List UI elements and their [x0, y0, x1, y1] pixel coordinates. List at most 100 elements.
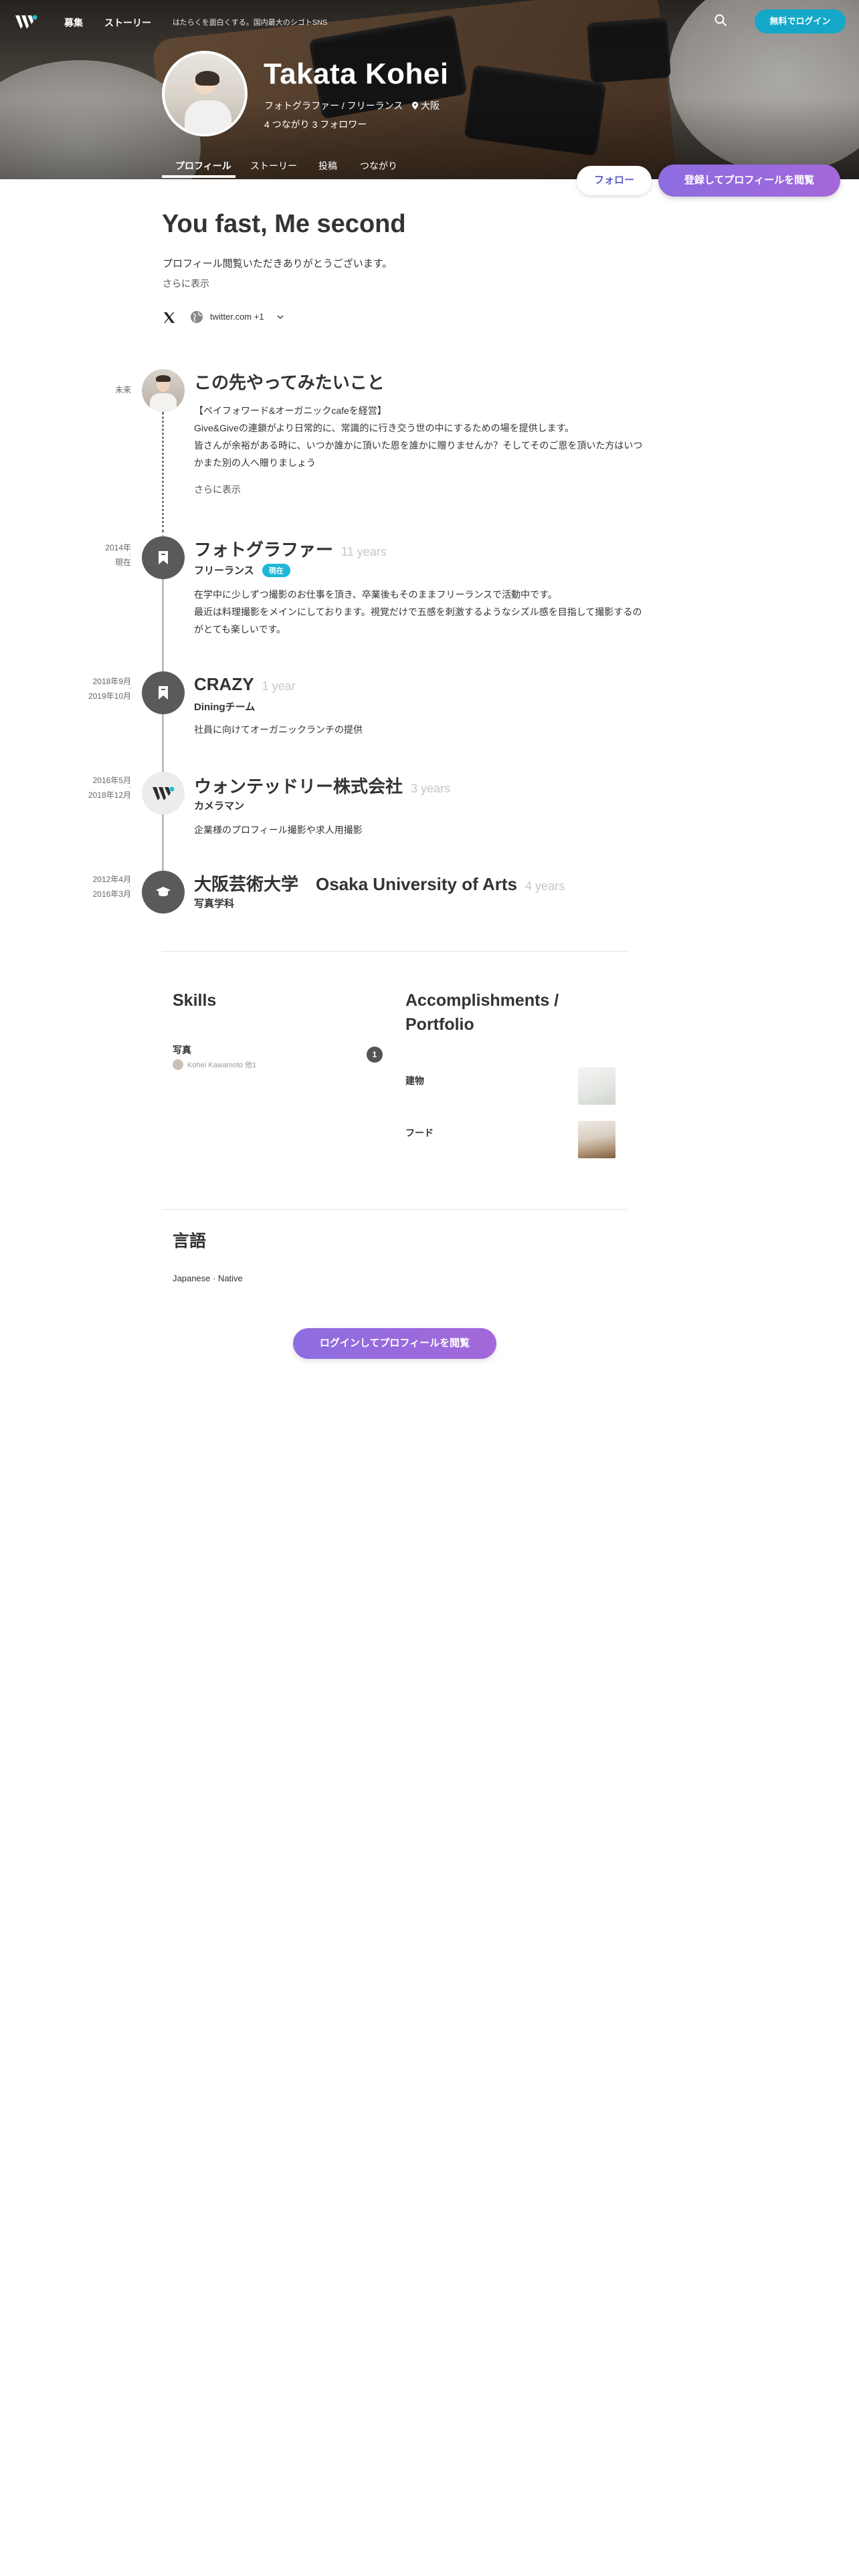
- timeline-description: 企業様のプロフィール撮影や求人用撮影: [194, 821, 649, 839]
- timeline-subtitle: 写真学科: [194, 898, 235, 909]
- portfolio-title-line: Portfolio: [405, 1015, 474, 1034]
- timeline-line-text: 社員に向けてオーガニックランチの提供: [194, 724, 363, 735]
- skill-endorsers-text: Kohei Kawamoto 他1: [187, 1061, 257, 1069]
- timeline-title: フォトグラファー 11 years: [194, 536, 387, 561]
- timeline-line-text: 【ペイフォワード&オーガニックcafeを経営】: [194, 405, 387, 416]
- timeline-description: 在学中に少しずつ撮影のお仕事を頂き、卒業後もそのままフリーランスで活動中です。 …: [194, 586, 649, 638]
- profile-connections[interactable]: 4 つながり 3 フォロワー: [264, 118, 367, 131]
- tab-profile[interactable]: プロフィール: [175, 159, 231, 173]
- wantedly-logo[interactable]: [15, 13, 39, 31]
- graduation-cap-icon: [156, 887, 171, 897]
- skill-endorse-count[interactable]: 1: [367, 1047, 383, 1063]
- portfolio-title: Accomplishments / Portfolio: [405, 988, 559, 1037]
- timeline-title: 大阪芸術大学 Osaka University of Arts 4 years: [194, 871, 565, 895]
- timeline-date-from: 未来: [114, 385, 131, 395]
- timeline-avatar: [142, 369, 185, 412]
- timeline-node: [142, 871, 185, 914]
- timeline-title: ウォンテッドリー株式会社 3 years: [194, 773, 450, 798]
- timeline-line-text: 在学中に少しずつ撮影のお仕事を頂き、卒業後もそのままフリーランスで活動中です。: [194, 589, 557, 600]
- timeline-description: 【ペイフォワード&オーガニックcafeを経営】 Give&Giveの連鎖がより日…: [194, 402, 649, 471]
- globe-icon[interactable]: [190, 310, 203, 324]
- skill-name[interactable]: 写真: [173, 1043, 191, 1057]
- profile-role: フォトグラファー / フリーランス: [264, 100, 403, 111]
- portfolio-thumbnail[interactable]: [578, 1121, 615, 1158]
- timeline-date-from: 2016年5月: [92, 776, 131, 785]
- timeline-line-text: 企業様のプロフィール撮影や求人用撮影: [194, 825, 363, 835]
- timeline-title-text: ウォンテッドリー株式会社: [194, 776, 403, 796]
- timeline-title-text: 大阪芸術大学 Osaka University of Arts: [194, 874, 518, 894]
- timeline-duration: 11 years: [341, 545, 387, 558]
- timeline-date: 2014年 - 現在: [105, 543, 131, 567]
- timeline-future-line: [162, 412, 164, 532]
- timeline-line-text: 最近は料理撮影をメインにしております。視覚だけで五感を刺激するようなシズル感を目…: [194, 607, 642, 635]
- timeline-date-to: 現在: [114, 558, 131, 567]
- skill-endorsers: Kohei Kawamoto 他1: [173, 1059, 256, 1070]
- timeline-show-more[interactable]: さらに表示: [194, 483, 241, 496]
- wantedly-logo-icon: [153, 786, 175, 800]
- login-button[interactable]: 無料でログイン: [755, 9, 846, 33]
- timeline-node: [142, 772, 185, 815]
- location-pin-icon: [412, 102, 418, 110]
- profile-location-text: 大阪: [421, 100, 440, 111]
- skills-title: Skills: [173, 991, 217, 1010]
- timeline-line-text: Give&Giveの連鎖がより日常的に、常識的に行き交う世の中にするための場を提…: [194, 423, 575, 433]
- nav-link-stories[interactable]: ストーリー: [104, 16, 151, 29]
- language-item: Japanese · Native: [173, 1273, 243, 1283]
- current-badge: 現在: [262, 564, 290, 577]
- timeline-date: 未来: [84, 385, 131, 395]
- x-twitter-icon[interactable]: [163, 312, 175, 324]
- nav-link-jobs[interactable]: 募集: [64, 16, 83, 29]
- timeline-date-to: 2019年10月: [88, 691, 131, 701]
- profile-headline: You fast, Me second: [162, 210, 406, 238]
- follow-button[interactable]: フォロー: [577, 166, 652, 195]
- chevron-down-icon[interactable]: [277, 314, 284, 320]
- section-divider: [162, 951, 628, 952]
- timeline-duration: 1 year: [262, 679, 296, 693]
- search-icon[interactable]: [714, 13, 727, 27]
- bookmark-icon: [159, 686, 168, 700]
- timeline-subtitle: Diningチーム: [194, 702, 256, 713]
- timeline-duration: 4 years: [525, 879, 565, 893]
- timeline-title-text: CRAZY: [194, 674, 254, 694]
- timeline-line-text: 皆さんが余裕がある時に、いつか誰かに頂いた恩を誰かに贈りませんか？そしてそのご恩…: [194, 440, 643, 468]
- portfolio-title-line: Accomplishments /: [405, 991, 559, 1010]
- endorser-avatar: [173, 1059, 183, 1070]
- timeline-subtitle: フリーランス 現在: [194, 563, 290, 577]
- tab-stories[interactable]: ストーリー: [250, 159, 297, 173]
- nav-tagline: はたらくを面白くする。国内最大のシゴトSNS: [173, 19, 328, 27]
- timeline-title-text: フォトグラファー: [194, 540, 334, 560]
- timeline-node: [142, 671, 185, 714]
- top-nav: 募集 ストーリー はたらくを面白くする。国内最大のシゴトSNS 無料でログイン: [0, 0, 859, 43]
- timeline-date-to: 2018年12月: [88, 790, 131, 800]
- timeline-duration: 3 years: [411, 782, 451, 795]
- timeline-date-from: 2018年9月: [92, 677, 131, 686]
- timeline-title: CRAZY 1 year: [194, 674, 296, 695]
- tab-active-indicator: [162, 175, 235, 178]
- tab-connections[interactable]: つながり: [360, 159, 397, 173]
- timeline-date: 2018年9月 - 2019年10月: [88, 677, 131, 701]
- tab-posts[interactable]: 投稿: [318, 159, 337, 173]
- show-more-link[interactable]: さらに表示: [163, 277, 209, 290]
- portfolio-item[interactable]: 建物: [405, 1074, 424, 1087]
- bookmark-icon: [159, 551, 168, 564]
- register-view-profile-button[interactable]: 登録してプロフィールを閲覧: [658, 165, 840, 197]
- timeline-description: 社員に向けてオーガニックランチの提供: [194, 721, 649, 738]
- external-links-text[interactable]: twitter.com +1: [210, 312, 264, 322]
- portfolio-thumbnail[interactable]: [578, 1067, 615, 1105]
- profile-intro: プロフィール閲覧いただきありがとうございます。: [163, 258, 393, 270]
- timeline-date-from: 2014年: [105, 543, 131, 552]
- timeline-date: 2016年5月 - 2018年12月: [88, 776, 131, 800]
- timeline-date-from: 2012年4月: [92, 875, 131, 884]
- timeline-title: この先やってみたいこと: [194, 372, 385, 393]
- portfolio-item[interactable]: フード: [405, 1126, 434, 1140]
- profile-location: 大阪: [412, 99, 440, 112]
- languages-title: 言語: [173, 1232, 207, 1251]
- login-view-profile-button[interactable]: ログインしてプロフィールを閲覧: [293, 1328, 496, 1359]
- timeline-subtitle: カメラマン: [194, 800, 245, 812]
- profile-avatar: [162, 51, 248, 136]
- timeline-subtitle-text: フリーランス: [194, 565, 254, 576]
- section-divider: [162, 1209, 628, 1210]
- timeline-date: 2012年4月 - 2016年3月: [92, 875, 131, 899]
- timeline-node: [142, 536, 185, 579]
- profile-name: Takata Kohei: [264, 58, 449, 90]
